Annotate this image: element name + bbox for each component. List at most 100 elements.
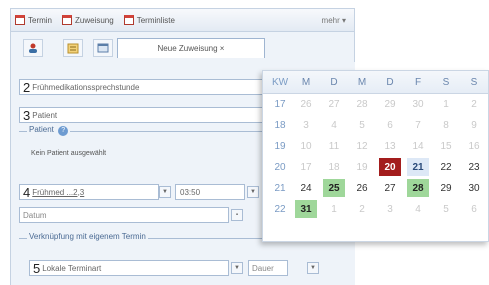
calendar-day[interactable]: 6 — [463, 200, 485, 218]
calendar-day[interactable]: 3 — [379, 200, 401, 218]
field-terminart-value: Frühmed ...2,3 — [32, 187, 85, 197]
date-picker-calendar: KW M D M D F S S 17 26 27 28 29 30 1 2 18 3 4 5 6 7 8 9 19 10 11 12… — [262, 70, 489, 242]
date-picker-button[interactable]: ▪ — [231, 209, 243, 221]
tab-window[interactable] — [93, 39, 113, 57]
calendar-day[interactable]: 18 — [323, 158, 345, 176]
calendar-day[interactable]: 25 — [323, 179, 345, 197]
calendar-icon — [62, 15, 73, 25]
toolbar-more-button[interactable]: mehr ▾ — [322, 16, 346, 25]
toolbar-terminliste-button[interactable]: Terminliste — [123, 15, 175, 25]
field-sprechstunde[interactable]: 2 Frühmedikationssprechstunde — [19, 79, 269, 95]
field-number: 2 — [23, 79, 31, 95]
chevron-down-icon[interactable]: ▼ — [247, 186, 259, 198]
patient-legend-text: Patient — [29, 125, 54, 134]
chevron-down-icon[interactable]: ▼ — [159, 186, 171, 198]
calendar-day[interactable]: 5 — [351, 116, 373, 134]
tab-neue-zuweisung[interactable]: Neue Zuweisung × — [117, 38, 265, 58]
duration-input[interactable]: Dauer — [248, 260, 288, 276]
field-number: 5 — [33, 260, 41, 276]
field-patient[interactable]: 3 Patient — [19, 107, 269, 123]
field-patient-value: Patient — [32, 110, 58, 120]
calendar-day[interactable]: 16 — [463, 137, 485, 155]
calendar-weekday-header: S — [442, 76, 450, 88]
calendar-day[interactable]: 26 — [295, 95, 317, 113]
calendar-day[interactable]: 23 — [463, 158, 485, 176]
calendar-icon — [15, 15, 25, 25]
toolbar-zuweisung-label: Zuweisung — [75, 15, 114, 25]
calendar-day[interactable]: 21 — [407, 158, 429, 176]
tab-person[interactable] — [23, 39, 43, 57]
calendar-day[interactable]: 14 — [407, 137, 429, 155]
calendar-day[interactable]: 19 — [351, 158, 373, 176]
calendar-day[interactable]: 1 — [323, 200, 345, 218]
patient-fieldset-legend: Patient ? — [27, 125, 71, 136]
calendar-weekday-header: D — [386, 76, 394, 88]
calendar-day[interactable]: 30 — [407, 95, 429, 113]
time-value: 03:50 — [180, 187, 201, 197]
calendar-day[interactable]: 17 — [295, 158, 317, 176]
calendar-day[interactable]: 15 — [435, 137, 457, 155]
calendar-week-number: 22 — [274, 203, 286, 215]
date-input[interactable]: Datum — [19, 207, 229, 223]
chevron-down-icon[interactable]: ▼ — [231, 262, 243, 274]
calendar-day[interactable]: 29 — [379, 95, 401, 113]
calendar-week-number: 19 — [274, 140, 286, 152]
field-number: 4 — [23, 184, 31, 200]
field-number: 3 — [23, 107, 31, 123]
calendar-day[interactable]: 11 — [323, 137, 345, 155]
calendar-day[interactable]: 4 — [323, 116, 345, 134]
toolbar-termin-label: Termin — [28, 15, 53, 25]
calendar-day[interactable]: 26 — [351, 179, 373, 197]
calendar-day[interactable]: 20 — [379, 158, 401, 176]
calendar-week-number: 17 — [274, 98, 286, 110]
person-icon — [29, 43, 37, 53]
calendar-weekday-header: M — [357, 76, 367, 88]
calendar-day[interactable]: 12 — [351, 137, 373, 155]
tab-bar: Neue Zuweisung × — [10, 32, 355, 62]
calendar-day[interactable]: 27 — [379, 179, 401, 197]
duration-label: Dauer — [252, 263, 274, 273]
calendar-week-number: 18 — [274, 119, 286, 131]
tab-notes[interactable] — [63, 39, 83, 57]
window-icon — [97, 43, 109, 53]
toolbar-zuweisung-button[interactable]: Zuweisung — [62, 15, 114, 25]
help-icon[interactable]: ? — [58, 126, 69, 136]
calendar-day[interactable]: 29 — [435, 179, 457, 197]
calendar-day[interactable]: 2 — [463, 95, 485, 113]
calendar-day[interactable]: 8 — [435, 116, 457, 134]
calendar-day[interactable]: 13 — [379, 137, 401, 155]
calendar-day[interactable]: 30 — [463, 179, 485, 197]
calendar-week-number: 21 — [274, 182, 286, 194]
calendar-day[interactable]: 10 — [295, 137, 317, 155]
toolbar: Termin Zuweisung Terminliste mehr ▾ — [10, 8, 355, 32]
chevron-down-icon[interactable]: ▼ — [307, 262, 319, 274]
calendar-weekday-header: S — [470, 76, 478, 88]
calendar-icon — [123, 15, 134, 25]
field-sprechstunde-value: Frühmedikationssprechstunde — [32, 82, 140, 92]
calendar-day[interactable]: 28 — [407, 179, 429, 197]
time-input[interactable]: 03:50 — [175, 184, 245, 200]
calendar-day[interactable]: 28 — [351, 95, 373, 113]
calendar-day[interactable]: 22 — [435, 158, 457, 176]
calendar-day[interactable]: 31 — [295, 200, 317, 218]
calendar-day[interactable]: 9 — [463, 116, 485, 134]
calendar-day[interactable]: 27 — [323, 95, 345, 113]
field-lokale-terminart-value: Lokale Terminart — [42, 263, 102, 273]
patient-placeholder: Kein Patient ausgewählt — [31, 150, 107, 157]
calendar-day[interactable]: 1 — [435, 95, 457, 113]
calendar-day[interactable]: 24 — [295, 179, 317, 197]
date-label: Datum — [23, 210, 47, 220]
toolbar-termin-button[interactable]: Termin — [15, 15, 52, 25]
calendar-day[interactable]: 3 — [295, 116, 317, 134]
field-terminart[interactable]: 4 Frühmed ...2,3 — [19, 184, 159, 200]
calendar-week-number: 20 — [274, 161, 286, 173]
calendar-day[interactable]: 2 — [351, 200, 373, 218]
calendar-day[interactable]: 4 — [407, 200, 429, 218]
calendar-day[interactable]: 7 — [407, 116, 429, 134]
calendar-day[interactable]: 6 — [379, 116, 401, 134]
verknuepfung-legend: Verknüpfung mit eigenem Termin — [27, 232, 148, 241]
notes-icon — [67, 43, 79, 54]
calendar-day[interactable]: 5 — [435, 200, 457, 218]
field-lokale-terminart[interactable]: 5 Lokale Terminart — [29, 260, 229, 276]
toolbar-terminliste-label: Terminliste — [136, 15, 175, 25]
